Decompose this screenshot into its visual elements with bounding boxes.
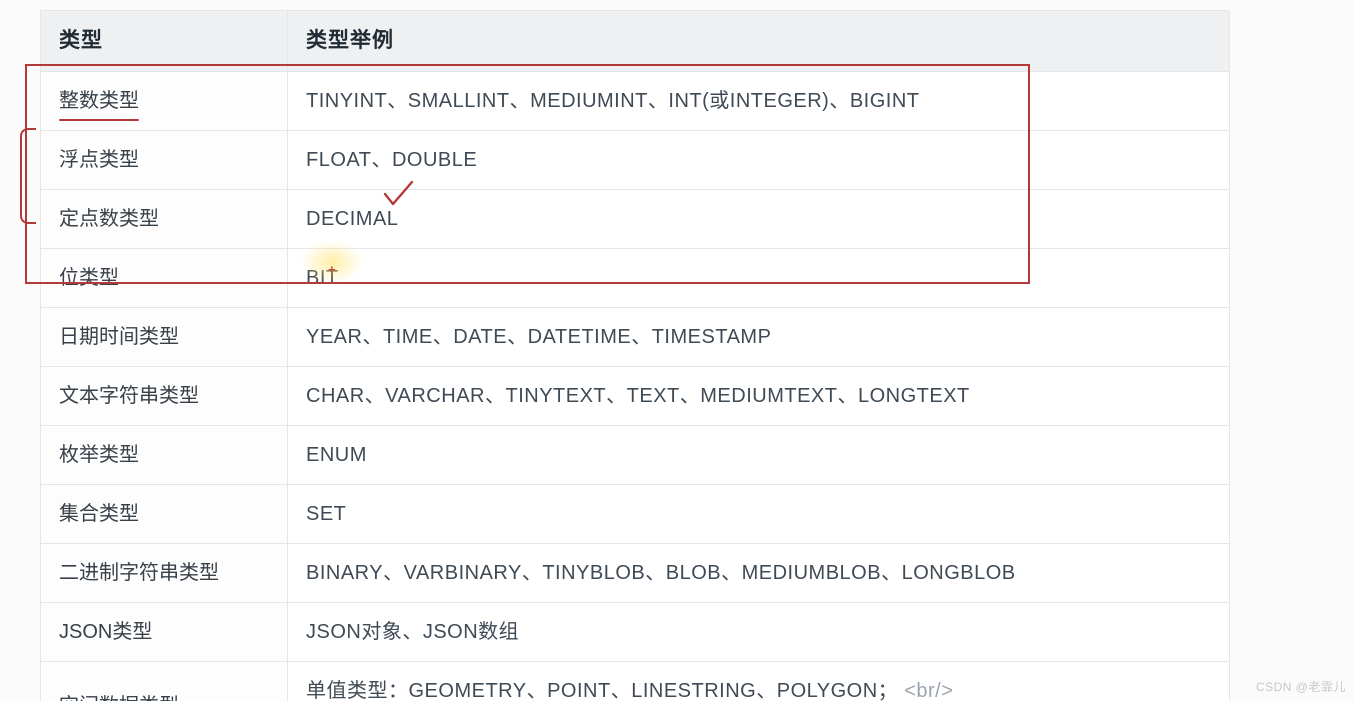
cell-type: 集合类型: [41, 484, 288, 543]
cell-example: ENUM: [288, 425, 1230, 484]
table-row: 文本字符串类型 CHAR、VARCHAR、TINYTEXT、TEXT、MEDIU…: [41, 366, 1230, 425]
cell-example: 单值类型：GEOMETRY、POINT、LINESTRING、POLYGON； …: [288, 661, 1230, 701]
cell-type: 二进制字符串类型: [41, 543, 288, 602]
cell-example: BINARY、VARBINARY、TINYBLOB、BLOB、MEDIUMBLO…: [288, 543, 1230, 602]
table-row: 位类型 BIT: [41, 248, 1230, 307]
cell-type: 文本字符串类型: [41, 366, 288, 425]
table-row: 枚举类型 ENUM: [41, 425, 1230, 484]
table-row: 二进制字符串类型 BINARY、VARBINARY、TINYBLOB、BLOB、…: [41, 543, 1230, 602]
data-types-table: 类型 类型举例 整数类型 TINYINT、SMALLINT、MEDIUMINT、…: [40, 10, 1230, 701]
cell-example: BIT: [288, 248, 1230, 307]
table-row: 整数类型 TINYINT、SMALLINT、MEDIUMINT、INT(或INT…: [41, 71, 1230, 130]
cell-type: 枚举类型: [41, 425, 288, 484]
annotation-bracket: [20, 128, 36, 224]
table-row: 集合类型 SET: [41, 484, 1230, 543]
table-row: 日期时间类型 YEAR、TIME、DATE、DATETIME、TIMESTAMP: [41, 307, 1230, 366]
cell-example-line1: 单值类型：GEOMETRY、POINT、LINESTRING、POLYGON；: [306, 680, 898, 701]
cell-type: 定点数类型: [41, 189, 288, 248]
cell-example: SET: [288, 484, 1230, 543]
cell-example: DECIMAL: [288, 189, 1230, 248]
col-header-type: 类型: [41, 11, 288, 72]
table-row: 空间数据类型 单值类型：GEOMETRY、POINT、LINESTRING、PO…: [41, 661, 1230, 701]
cell-type: 整数类型: [41, 71, 288, 130]
cell-type: 空间数据类型: [41, 661, 288, 701]
table-row: 浮点类型 FLOAT、DOUBLE: [41, 130, 1230, 189]
cell-example: FLOAT、DOUBLE: [288, 130, 1230, 189]
table-row: 定点数类型 DECIMAL: [41, 189, 1230, 248]
literal-br-tag: <br/>: [904, 680, 953, 701]
cell-example: JSON对象、JSON数组: [288, 602, 1230, 661]
cell-type: 浮点类型: [41, 130, 288, 189]
cell-type: JSON类型: [41, 602, 288, 661]
underlined-label: 整数类型: [59, 86, 139, 116]
cell-example: TINYINT、SMALLINT、MEDIUMINT、INT(或INTEGER)…: [288, 71, 1230, 130]
cell-example: CHAR、VARCHAR、TINYTEXT、TEXT、MEDIUMTEXT、LO…: [288, 366, 1230, 425]
col-header-example: 类型举例: [288, 11, 1230, 72]
table-row: JSON类型 JSON对象、JSON数组: [41, 602, 1230, 661]
cell-example: YEAR、TIME、DATE、DATETIME、TIMESTAMP: [288, 307, 1230, 366]
cell-type: 位类型: [41, 248, 288, 307]
watermark: CSDN @老霏儿: [1256, 678, 1346, 695]
cell-type: 日期时间类型: [41, 307, 288, 366]
table-header-row: 类型 类型举例: [41, 11, 1230, 72]
